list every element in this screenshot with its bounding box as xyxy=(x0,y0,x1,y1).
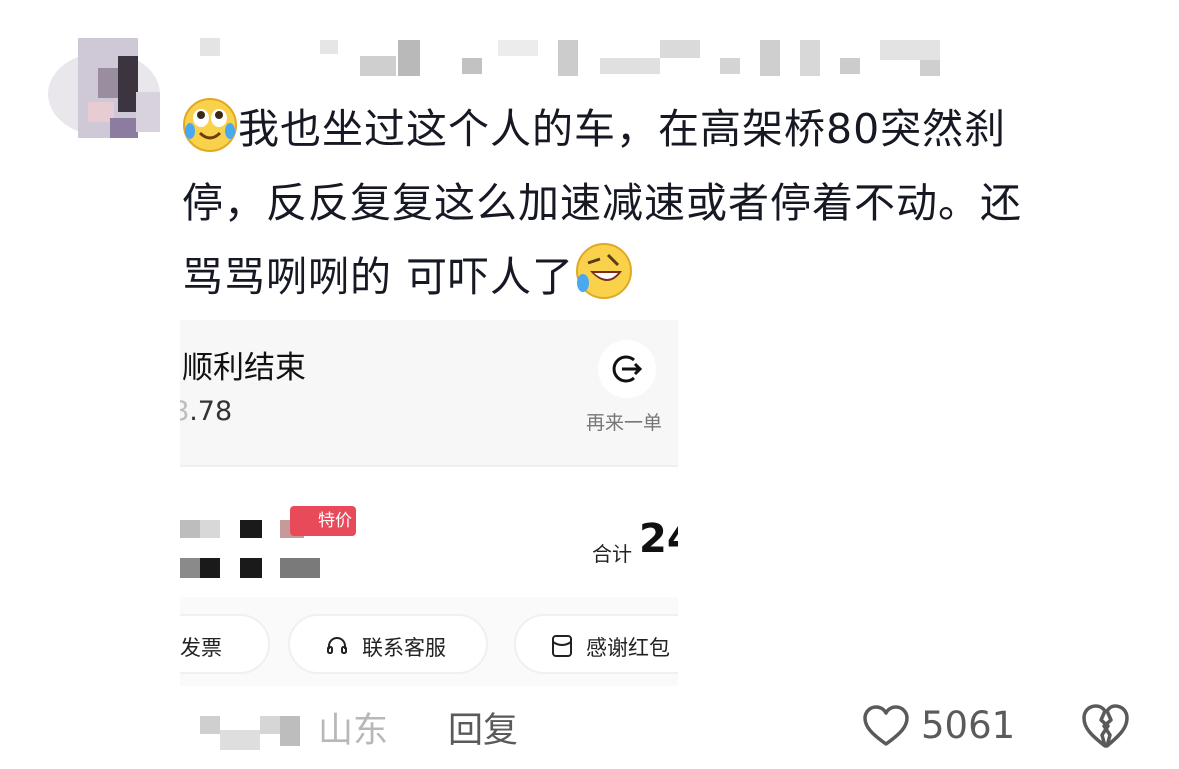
order-price: 8.78 xyxy=(180,396,233,427)
reorder-icon xyxy=(612,355,643,383)
ip-location: 山东 xyxy=(318,711,389,751)
rolling-laughing-emoji xyxy=(576,243,633,299)
customer-service-label[interactable]: 联系客服 xyxy=(362,632,446,662)
reorder-label[interactable]: 再来一单 xyxy=(586,408,662,435)
order-status: 顺利结束 xyxy=(182,350,306,386)
invoice-label[interactable]: 发票 xyxy=(180,632,222,662)
red-envelope-icon xyxy=(552,635,572,657)
comment-line-3: 骂骂咧咧的 可吓人了 xyxy=(182,240,1112,314)
comment-line-2: 停，反反复复这么加速减速或者停着不动。还 xyxy=(182,179,1022,227)
headset-icon xyxy=(327,637,347,654)
heart-icon[interactable] xyxy=(862,704,910,748)
total-value: 24 xyxy=(639,516,678,562)
broken-heart-icon[interactable] xyxy=(1080,702,1130,750)
comment-line-3-text: 骂骂咧咧的 可吓人了 xyxy=(182,253,575,301)
crying-laughing-emoji xyxy=(183,98,237,152)
discount-badge: 特价 xyxy=(290,506,356,536)
ride-order-card[interactable]: 顺利结束 8.78 再来一单 特价 合计 24 发票 联系客服 xyxy=(180,320,678,686)
reorder-button[interactable] xyxy=(598,340,656,398)
comment-text: 我也坐过这个人的车，在高架桥80突然刹 停，反反复复这么加速减速或者停着不动。还… xyxy=(182,92,1112,314)
avatar[interactable] xyxy=(48,38,160,138)
order-price-value: .78 xyxy=(189,396,233,427)
red-envelope-label[interactable]: 感谢红包 xyxy=(586,632,670,662)
like-count: 5061 xyxy=(921,704,1016,747)
comment-line-1-text: 我也坐过这个人的车，在高架桥80突然刹 xyxy=(238,105,1007,153)
card-actions: 发票 联系客服 感谢红包 xyxy=(180,610,678,686)
comment-line-1: 我也坐过这个人的车，在高架桥80突然刹 xyxy=(182,92,1112,166)
total-label: 合计 xyxy=(592,542,632,566)
reply-button[interactable]: 回复 xyxy=(448,702,518,753)
